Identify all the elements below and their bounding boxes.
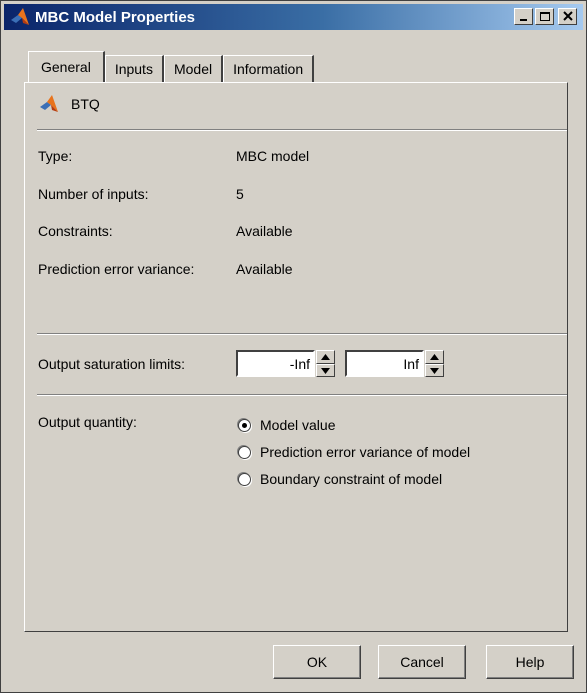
matlab-logo-icon — [40, 95, 58, 112]
tab-strip: General Inputs Model Information — [28, 51, 315, 82]
radio-model-value[interactable]: Model value — [238, 417, 336, 433]
maximize-icon — [540, 12, 550, 21]
lower-limit-up-button[interactable] — [316, 350, 335, 364]
radio-label: Boundary constraint of model — [260, 471, 443, 487]
num-inputs-label: Number of inputs: — [38, 186, 149, 202]
model-header: BTQ — [37, 93, 100, 115]
minimize-button[interactable] — [514, 8, 533, 25]
constraints-value: Available — [236, 223, 293, 239]
radio-label: Prediction error variance of model — [260, 444, 471, 460]
upper-limit-up-button[interactable] — [425, 350, 444, 364]
tab-model[interactable]: Model — [163, 55, 224, 82]
pev-value: Available — [236, 261, 293, 277]
title-bar[interactable]: MBC Model Properties — [4, 4, 583, 30]
arrow-down-icon — [430, 367, 439, 374]
ok-button[interactable]: OK — [273, 645, 361, 679]
output-quantity-label: Output quantity: — [38, 414, 137, 430]
tab-general[interactable]: General — [28, 51, 105, 82]
lower-limit-spinner: -Inf — [236, 350, 335, 377]
radio-button[interactable] — [238, 418, 251, 432]
divider — [37, 394, 567, 396]
lower-limit-input[interactable]: -Inf — [236, 350, 315, 377]
close-icon — [563, 11, 573, 21]
upper-limit-spinner: Inf — [345, 350, 444, 377]
radio-prediction-error-variance[interactable]: Prediction error variance of model — [238, 444, 470, 460]
type-label: Type: — [38, 148, 73, 164]
radio-button[interactable] — [238, 445, 251, 459]
properties-window: MBC Model Properties General Inputs Mode… — [0, 0, 587, 693]
close-button[interactable] — [558, 8, 577, 25]
tab-inputs[interactable]: Inputs — [104, 55, 164, 82]
cancel-button[interactable]: Cancel — [378, 645, 466, 679]
radio-label: Model value — [260, 417, 336, 433]
maximize-button[interactable] — [535, 8, 554, 25]
lower-limit-down-button[interactable] — [316, 363, 335, 377]
matlab-logo-icon — [11, 8, 29, 25]
constraints-label: Constraints: — [38, 223, 113, 239]
upper-limit-down-button[interactable] — [425, 363, 444, 377]
num-inputs-value: 5 — [236, 186, 244, 202]
divider — [37, 333, 567, 335]
arrow-up-icon — [321, 354, 330, 360]
upper-limit-input[interactable]: Inf — [345, 350, 424, 377]
minimize-icon — [520, 19, 527, 21]
radio-button[interactable] — [238, 472, 251, 486]
help-button[interactable]: Help — [486, 645, 574, 679]
saturation-label: Output saturation limits: — [38, 356, 186, 372]
divider — [37, 129, 567, 131]
model-name: BTQ — [71, 96, 100, 112]
arrow-up-icon — [430, 354, 439, 360]
type-value: MBC model — [236, 148, 310, 164]
window-title: MBC Model Properties — [35, 8, 196, 26]
arrow-down-icon — [321, 367, 330, 374]
tab-information[interactable]: Information — [223, 55, 315, 82]
pev-label: Prediction error variance: — [38, 261, 195, 277]
radio-boundary-constraint[interactable]: Boundary constraint of model — [238, 471, 442, 487]
